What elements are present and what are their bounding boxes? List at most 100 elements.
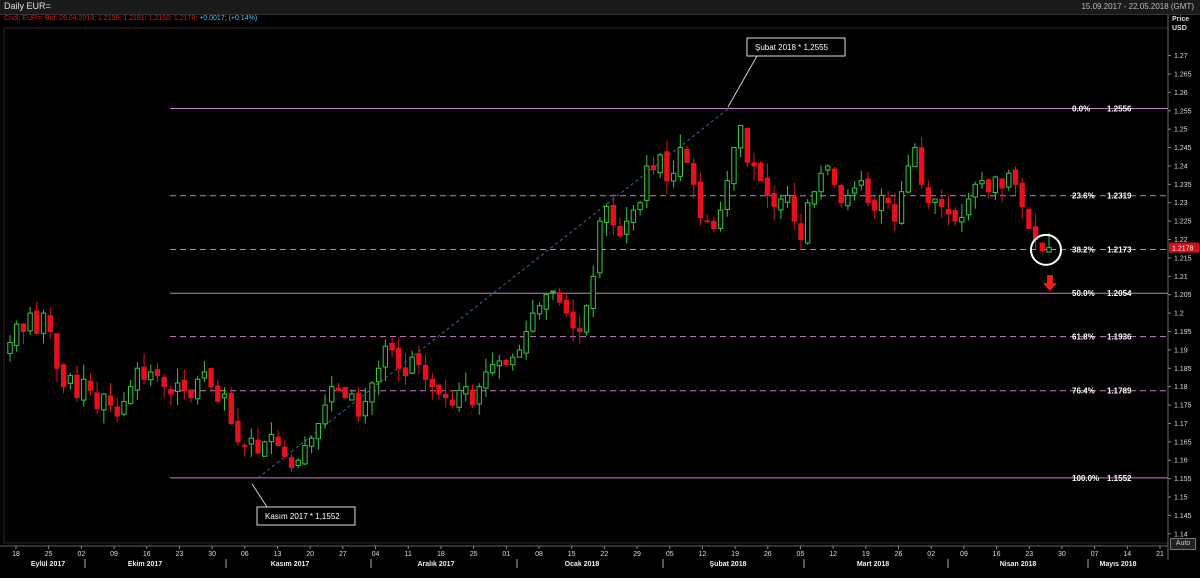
x-day-label: 09	[110, 551, 118, 558]
candle-up	[818, 172, 824, 193]
auto-scale-button[interactable]: Auto	[1170, 538, 1196, 550]
candle-up	[972, 183, 978, 198]
x-day-label: 18	[437, 551, 445, 558]
candle-down	[208, 368, 214, 388]
price-axis[interactable]: 1.141.1451.151.1551.161.1651.171.1751.18…	[1168, 53, 1199, 538]
candle-up	[121, 400, 127, 415]
low-callout-text: Kasım 2017 * 1,1552	[265, 512, 340, 521]
candle-up	[409, 356, 415, 374]
candle-down	[235, 420, 241, 443]
candle-down	[563, 299, 570, 314]
candle-up	[784, 194, 791, 203]
fib-value-label: 1.1552	[1107, 474, 1132, 483]
candle-up	[550, 290, 556, 293]
fib-value-label: 1.2173	[1107, 245, 1132, 254]
candle-down	[54, 333, 60, 369]
current-price-label: 1.2178	[1172, 246, 1194, 253]
candle-up	[603, 205, 610, 223]
candle-up	[463, 386, 469, 395]
candle-down	[577, 328, 583, 332]
y-tick-label: 1.23	[1174, 200, 1188, 207]
high-callout-pointer	[727, 55, 758, 108]
candle-down	[697, 181, 704, 218]
candle-down	[865, 178, 871, 204]
candle-up	[992, 176, 999, 194]
fib-value-label: 1.2319	[1107, 192, 1132, 201]
candle-down	[556, 292, 563, 303]
candle-down	[610, 205, 616, 226]
x-day-label: 16	[143, 551, 151, 558]
ohlc-legend: Cndl; EUR=; Bid; 26.04.2018; 1.2159; 1.2…	[4, 15, 257, 22]
x-month-label: Mayıs 2018	[1100, 561, 1137, 568]
candle-down	[107, 395, 114, 406]
candle-down	[503, 359, 509, 366]
date-range: 15.09.2017 - 22.05.2018 (GMT)	[1081, 2, 1194, 11]
price-axis-title-line1: Price	[1172, 16, 1190, 23]
candle-down	[168, 388, 174, 395]
candle-up	[67, 375, 74, 384]
x-day-label: 27	[339, 551, 347, 558]
candle-down	[1039, 242, 1045, 252]
high-callout-text: Şubat 2018 * 1,2555	[755, 43, 829, 52]
candle-up	[905, 165, 911, 193]
candle-up	[315, 422, 322, 440]
candle-up	[536, 305, 543, 315]
candle-down	[275, 436, 281, 447]
candle-up	[731, 147, 737, 185]
candle-up	[858, 180, 864, 186]
candle-down	[20, 323, 27, 332]
candle-down	[1012, 169, 1019, 185]
candle-down	[885, 197, 891, 204]
candle-down	[429, 378, 435, 388]
fib-percent-label: 61.8%	[1072, 333, 1095, 342]
price-axis-title: Price USD	[1172, 15, 1189, 33]
x-day-label: 02	[77, 551, 85, 558]
candle-down	[47, 315, 53, 332]
low-callout-pointer	[251, 483, 268, 508]
candle-up	[959, 216, 965, 223]
candle-down	[342, 387, 348, 399]
x-day-label: 16	[993, 551, 1001, 558]
candle-down	[684, 148, 690, 163]
x-day-label: 13	[274, 551, 282, 558]
x-day-label: 30	[208, 551, 216, 558]
candle-up	[1046, 247, 1052, 253]
x-day-label: 05	[666, 551, 674, 558]
candle-down	[831, 168, 838, 185]
time-axis[interactable]: 18 25 02 09 16 23 30 06 13 20 27 04 11 18 25 01 08 15 22 29…	[12, 546, 1164, 568]
candle-up	[81, 378, 87, 401]
x-day-label: 25	[470, 551, 478, 558]
x-day-label: 02	[927, 551, 935, 558]
candle-up	[268, 433, 275, 443]
y-tick-label: 1.185	[1174, 366, 1192, 373]
x-day-label: 04	[372, 551, 380, 558]
y-tick-label: 1.26	[1174, 90, 1188, 97]
candle-down	[228, 392, 234, 424]
y-tick-label: 1.21	[1174, 274, 1188, 281]
x-day-label: 20	[306, 551, 314, 558]
x-day-label: 23	[1025, 551, 1033, 558]
candle-up	[737, 124, 744, 149]
candle-up	[805, 202, 811, 244]
candle-down	[402, 367, 409, 377]
x-day-label: 08	[535, 551, 543, 558]
fib-value-label: 1.1789	[1107, 387, 1132, 396]
x-month-label: Ocak 2018	[565, 561, 600, 568]
x-month-label: Aralık 2017	[418, 561, 455, 568]
candle-down	[181, 379, 187, 391]
x-day-label: 12	[699, 551, 707, 558]
candle-down	[704, 220, 710, 223]
y-tick-label: 1.25	[1174, 127, 1188, 134]
fib-value-label: 1.2556	[1107, 105, 1132, 114]
candle-up	[483, 371, 489, 389]
y-tick-label: 1.205	[1174, 292, 1192, 299]
candle-up	[134, 367, 141, 391]
y-tick-label: 1.195	[1174, 329, 1192, 336]
candles[interactable]	[7, 124, 1052, 472]
candle-down	[1026, 208, 1032, 229]
down-arrow-icon	[1043, 275, 1057, 292]
candle-up	[496, 360, 503, 367]
price-chart[interactable]: 0.0% 1.255623.6% 1.231938.2% 1.217350.0% 1.2…	[0, 0, 1200, 578]
x-day-label: 29	[633, 551, 641, 558]
y-tick-label: 1.165	[1174, 439, 1192, 446]
